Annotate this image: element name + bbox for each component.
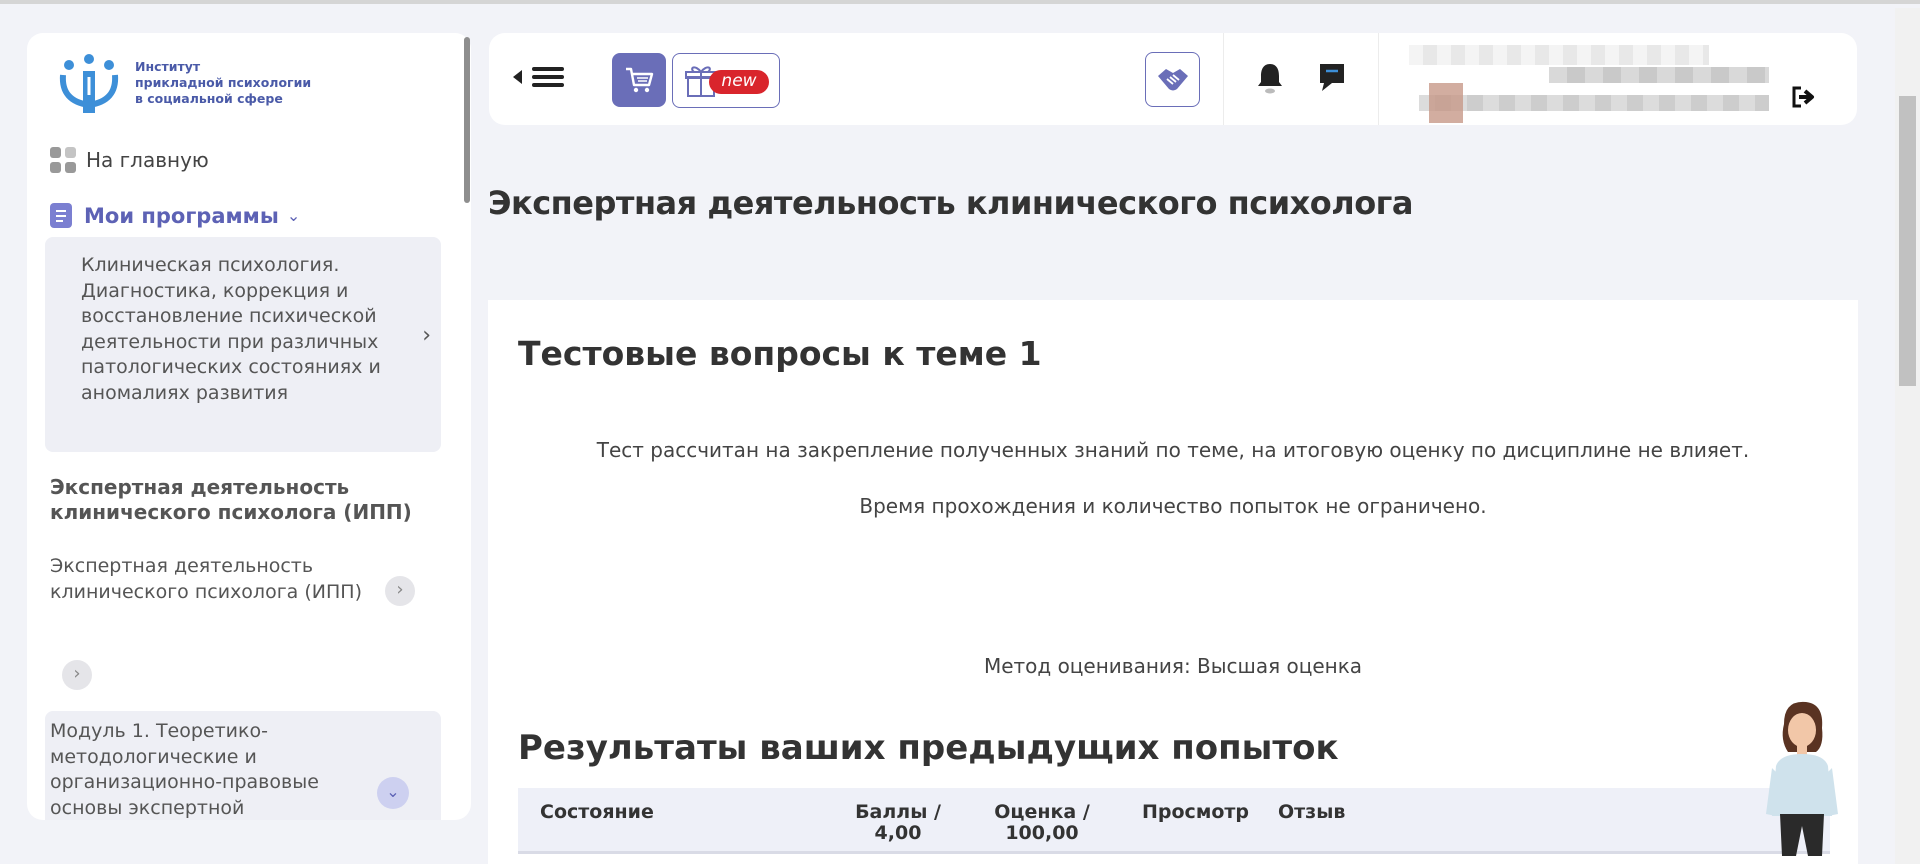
module-item-label: Модуль 1. Теоретико-методологические и о… <box>50 720 319 819</box>
logout-icon <box>1792 86 1814 108</box>
col-points-max: 4,00 <box>874 822 922 844</box>
quiz-intro-text: Тест рассчитан на закрепление полученных… <box>596 438 1750 462</box>
logo-text: Институт прикладной психологии в социаль… <box>135 59 311 107</box>
quiz-attempts-text: Время прохождения и количество попыток н… <box>859 494 1487 518</box>
program-item-label: Клиническая психология. Диагностика, кор… <box>81 254 381 404</box>
divider <box>1378 33 1379 125</box>
nav-home-label: На главную <box>86 148 209 172</box>
col-grade-label: Оценка / <box>994 801 1090 823</box>
quiz-content: Тестовые вопросы к теме 1 Тест рассчитан… <box>488 300 1858 864</box>
col-review-header: Просмотр <box>1142 801 1250 823</box>
gift-button[interactable]: new <box>672 53 780 108</box>
logo-icon <box>59 54 119 113</box>
program-item[interactable]: Клиническая психология. Диагностика, кор… <box>45 237 441 452</box>
chat-icon <box>1320 64 1344 91</box>
chevron-right-icon: › <box>422 323 431 348</box>
messages-button[interactable] <box>1318 61 1346 99</box>
results-table-header: Состояние Баллы / 4,00 Оценка / 100,00 П… <box>518 788 1830 854</box>
chevron-right-icon: › <box>73 663 81 684</box>
course-link[interactable]: Экспертная деятельность клинического пси… <box>50 554 370 605</box>
col-feedback-header: Отзыв <box>1278 801 1346 823</box>
nav-home[interactable]: На главную <box>50 147 209 173</box>
page-title: Экспертная деятельность клинического пси… <box>488 184 1413 222</box>
dashboard-grid-icon <box>50 147 76 173</box>
chevron-down-icon[interactable]: ⌄ <box>377 777 409 809</box>
course-title: Экспертная деятельность клинического пси… <box>50 475 412 524</box>
results-title: Результаты ваших предыдущих попыток <box>518 728 1339 768</box>
logo-line-2: прикладной психологии <box>135 75 312 90</box>
col-grade-header: Оценка / 100,00 <box>987 802 1097 844</box>
cart-button[interactable] <box>612 53 666 107</box>
institute-logo[interactable]: Институт прикладной психологии в социаль… <box>57 51 311 115</box>
sidebar: Институт прикладной психологии в социаль… <box>27 33 471 820</box>
page-scrollbar-thumb[interactable] <box>1899 96 1916 386</box>
collapse-arrow-icon <box>513 70 522 84</box>
cart-icon <box>626 67 654 93</box>
menu-toggle-button[interactable] <box>513 63 564 91</box>
nav-my-programs[interactable]: Мои программы ⌄ <box>50 203 300 228</box>
quiz-title: Тестовые вопросы к теме 1 <box>518 334 1042 373</box>
logout-button[interactable] <box>1791 85 1819 113</box>
logo-line-1: Институт <box>135 59 201 74</box>
col-points-label: Баллы / <box>855 801 941 823</box>
bell-icon <box>1258 64 1282 94</box>
nav-my-programs-label: Мои программы <box>84 203 279 228</box>
handshake-icon <box>1157 68 1188 90</box>
new-badge: new <box>709 70 769 94</box>
grading-method: Метод оценивания: Высшая оценка <box>983 654 1363 678</box>
sidebar-scrollbar[interactable] <box>464 37 470 203</box>
divider <box>1223 33 1224 125</box>
assistant-mascot[interactable] <box>1762 696 1842 856</box>
chevron-down-icon: ⌄ <box>286 206 301 225</box>
logo-line-3: в социальной сфере <box>135 91 283 106</box>
hamburger-icon <box>532 63 564 91</box>
support-button[interactable] <box>1145 52 1200 107</box>
chevron-right-icon: › <box>396 579 404 600</box>
top-bar: new <box>489 33 1857 125</box>
document-icon <box>50 203 72 228</box>
notifications-button[interactable] <box>1255 61 1285 99</box>
section-expand-button[interactable]: › <box>62 660 92 690</box>
course-expand-button[interactable]: › <box>385 576 415 606</box>
col-state-header: Состояние <box>540 801 654 823</box>
col-grade-max: 100,00 <box>1005 822 1079 844</box>
col-points-header: Баллы / 4,00 <box>853 802 943 844</box>
module-item[interactable]: Модуль 1. Теоретико-методологические и о… <box>45 711 441 820</box>
user-profile-blurred[interactable] <box>1409 45 1769 123</box>
